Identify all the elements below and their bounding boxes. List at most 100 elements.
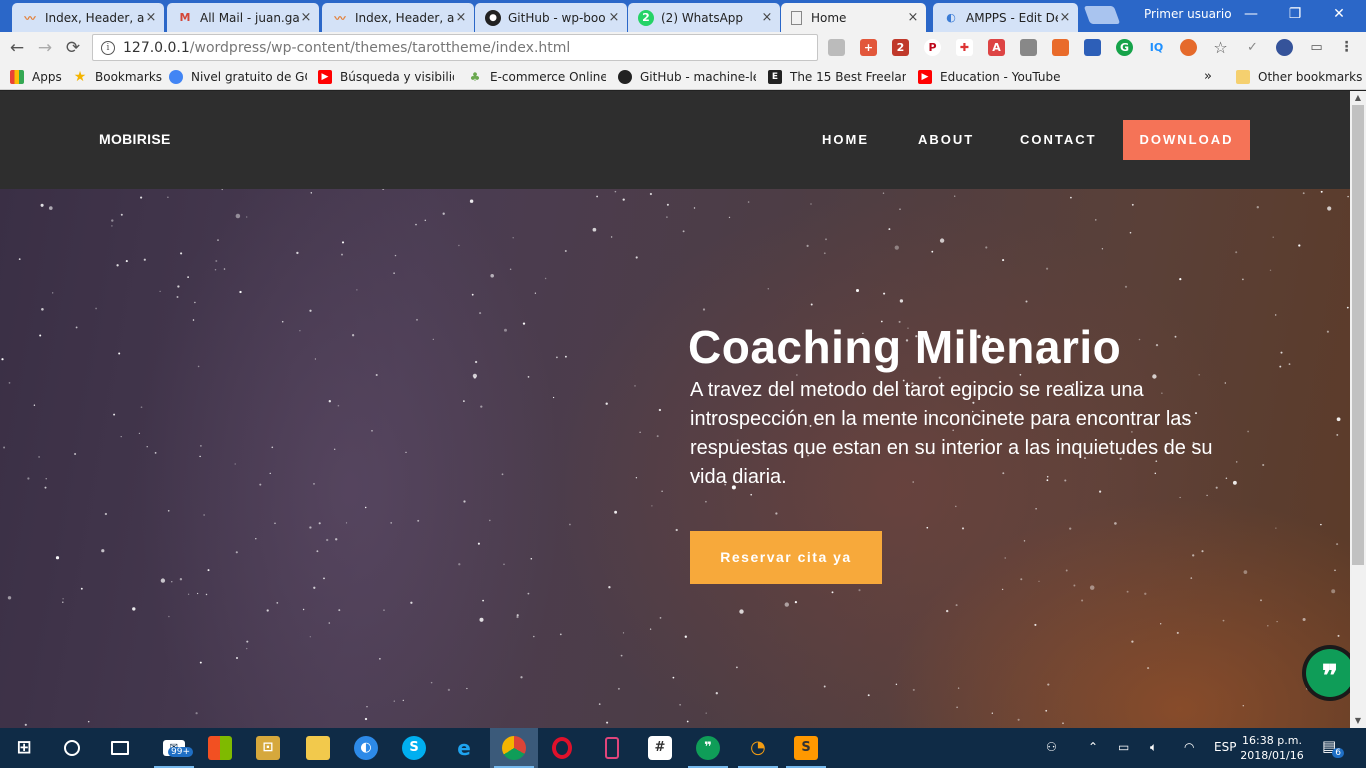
star bbox=[672, 676, 675, 679]
star bbox=[1001, 588, 1004, 591]
pinterest-icon[interactable]: P bbox=[924, 39, 941, 56]
office-icon[interactable] bbox=[1052, 39, 1069, 56]
new-tab-button[interactable] bbox=[1083, 6, 1121, 24]
mail-icon[interactable]: ✉ 99+ bbox=[150, 728, 198, 768]
opera-icon[interactable] bbox=[538, 728, 586, 768]
close-icon[interactable]: × bbox=[1058, 10, 1072, 25]
forward-icon[interactable]: → bbox=[34, 37, 56, 59]
download-button[interactable]: DOWNLOAD bbox=[1123, 120, 1250, 160]
star bbox=[1241, 278, 1244, 281]
other-bookmarks[interactable]: Other bookmarks bbox=[1236, 68, 1362, 85]
battery-icon[interactable]: ▭ bbox=[1118, 740, 1129, 754]
grammarly-icon[interactable]: G bbox=[1116, 39, 1133, 56]
tab-home[interactable]: Home × bbox=[781, 3, 926, 32]
info-icon[interactable]: i bbox=[101, 40, 115, 55]
volume-icon[interactable]: 🔈︎ bbox=[1150, 740, 1157, 755]
bookmark-nivel-gratuito[interactable]: Nivel gratuito de GCF bbox=[169, 68, 307, 85]
input-language[interactable]: ESP bbox=[1214, 740, 1236, 754]
ampps-icon[interactable]: ◔ bbox=[734, 728, 782, 768]
hangouts-chat-button[interactable]: ❞ bbox=[1302, 645, 1350, 701]
tab-ampps-edit[interactable]: ◐ AMPPS - Edit Def × bbox=[933, 3, 1078, 32]
bookmark-bookmarks[interactable]: ★ Bookmarks bbox=[73, 68, 162, 85]
todo-extension-icon[interactable]: 2 bbox=[892, 39, 909, 56]
close-icon[interactable]: × bbox=[607, 10, 621, 25]
cortana-search-icon[interactable] bbox=[48, 728, 96, 768]
clock-date: 2018/01/16 bbox=[1240, 749, 1304, 762]
close-icon[interactable]: × bbox=[144, 10, 158, 25]
iq-extension-icon[interactable]: IQ bbox=[1148, 39, 1165, 56]
people-icon[interactable]: ⚇ bbox=[1046, 740, 1057, 754]
bookmark-busqueda[interactable]: ▶ Búsqueda y visibilidad bbox=[318, 68, 454, 85]
task-view-icon[interactable] bbox=[96, 728, 144, 768]
page-scrollbar[interactable]: ▲ ▼ bbox=[1350, 91, 1366, 728]
site-brand[interactable]: MOBIRISE bbox=[99, 131, 171, 147]
tab-github[interactable]: ● GitHub - wp-boo × bbox=[475, 3, 627, 32]
bookmark-github-ml[interactable]: GitHub - machine-lea bbox=[618, 68, 756, 85]
skype-icon[interactable]: S bbox=[390, 728, 438, 768]
close-window-icon[interactable]: ✕ bbox=[1324, 4, 1354, 24]
sync-app-icon[interactable]: ◐ bbox=[342, 728, 390, 768]
star bbox=[338, 609, 341, 612]
star bbox=[1347, 195, 1349, 198]
bookmark-education-youtube[interactable]: ▶ Education - YouTube bbox=[918, 68, 1061, 85]
star bbox=[775, 512, 778, 515]
nav-home[interactable]: HOME bbox=[822, 132, 869, 147]
bookmark-apps[interactable]: Apps bbox=[10, 68, 62, 85]
close-icon[interactable]: × bbox=[906, 10, 920, 25]
star bbox=[1337, 634, 1340, 637]
scroll-down-icon[interactable]: ▼ bbox=[1350, 714, 1366, 728]
menu-icon[interactable]: ⋮ bbox=[1338, 39, 1355, 56]
tab-all-mail[interactable]: M All Mail - juan.ga × bbox=[167, 3, 319, 32]
close-icon[interactable]: × bbox=[299, 10, 313, 25]
duckduckgo-icon[interactable] bbox=[1180, 39, 1197, 56]
internet-explorer-icon[interactable]: e bbox=[440, 728, 488, 768]
pdf-icon[interactable]: A bbox=[988, 39, 1005, 56]
phone-app-icon[interactable] bbox=[588, 728, 636, 768]
window-extension-icon[interactable] bbox=[1020, 39, 1037, 56]
add-extension-icon[interactable]: + bbox=[860, 39, 877, 56]
tab-index-header-2[interactable]: 〰 Index, Header, an × bbox=[322, 3, 474, 32]
star bbox=[684, 635, 687, 638]
reload-icon[interactable]: ⟳ bbox=[62, 37, 84, 59]
system-clock[interactable]: 16:38 p.m. 2018/01/16 bbox=[1238, 733, 1306, 763]
back-icon[interactable]: ← bbox=[6, 37, 28, 59]
close-icon[interactable]: × bbox=[454, 10, 468, 25]
slack-icon[interactable]: # bbox=[636, 728, 684, 768]
network-app-icon[interactable]: ⊡ bbox=[244, 728, 292, 768]
star-bookmark-icon[interactable]: ☆ bbox=[1212, 39, 1229, 56]
hangouts-icon[interactable]: ❞ bbox=[684, 728, 732, 768]
star bbox=[1334, 569, 1336, 572]
wifi-icon[interactable]: ◠ bbox=[1184, 740, 1194, 754]
sublime-text-icon[interactable]: S bbox=[782, 728, 830, 768]
nav-about[interactable]: ABOUT bbox=[918, 132, 974, 147]
health-extension-icon[interactable]: ✚ bbox=[956, 39, 973, 56]
windows-start-icon[interactable]: ⊞ bbox=[0, 728, 48, 768]
profile-extension-icon[interactable] bbox=[1276, 39, 1293, 56]
book-appointment-button[interactable]: Reservar cita ya bbox=[690, 531, 882, 584]
tab-index-header-1[interactable]: 〰 Index, Header, an × bbox=[12, 3, 164, 32]
minimize-icon[interactable]: — bbox=[1236, 4, 1266, 24]
tab-whatsapp[interactable]: 2 (2) WhatsApp × bbox=[628, 3, 780, 32]
scroll-thumb[interactable] bbox=[1352, 105, 1364, 565]
star bbox=[1020, 578, 1023, 581]
maximize-icon[interactable]: ❐ bbox=[1280, 4, 1310, 24]
qr-code-icon[interactable] bbox=[828, 39, 845, 56]
notifications-icon[interactable]: ▤6 bbox=[1322, 737, 1348, 758]
bookmark-freelance[interactable]: E The 15 Best Freelance bbox=[768, 68, 906, 85]
chrome-icon[interactable] bbox=[490, 728, 538, 768]
profile-name[interactable]: Primer usuario bbox=[1144, 7, 1232, 21]
bookmark-ecommerce[interactable]: ♣ E-commerce Online C bbox=[468, 68, 606, 85]
show-hidden-icons[interactable]: ⌃ bbox=[1088, 740, 1098, 754]
file-explorer-icon[interactable] bbox=[294, 728, 342, 768]
address-bar[interactable]: i 127.0.0.1/wordpress/wp-content/themes/… bbox=[92, 34, 818, 61]
star bbox=[1, 358, 4, 361]
close-icon[interactable]: × bbox=[760, 10, 774, 25]
check-icon[interactable]: ✓ bbox=[1244, 39, 1261, 56]
nav-contact[interactable]: CONTACT bbox=[1020, 132, 1097, 147]
bookmark-extension-icon[interactable] bbox=[1084, 39, 1101, 56]
store-icon[interactable] bbox=[196, 728, 244, 768]
cast-icon[interactable]: ▭ bbox=[1308, 39, 1325, 56]
bookmarks-overflow-icon[interactable]: » bbox=[1204, 68, 1212, 85]
scroll-up-icon[interactable]: ▲ bbox=[1350, 91, 1366, 105]
star bbox=[120, 435, 122, 438]
